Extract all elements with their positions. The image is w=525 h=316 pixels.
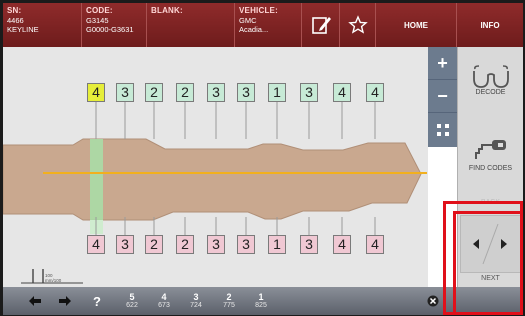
sn-label: SN:: [7, 6, 22, 15]
top-cut-2[interactable]: 3: [116, 83, 134, 102]
depth-value: 673: [158, 302, 170, 309]
bottom-cut-10[interactable]: 4: [366, 235, 384, 254]
next-cut-button[interactable]: [55, 287, 75, 315]
depth-number: 1: [258, 292, 264, 302]
depth-button-5[interactable]: 5 622: [119, 287, 145, 315]
find-codes-button[interactable]: FIND CODES: [458, 137, 523, 172]
top-cut-7[interactable]: 1: [268, 83, 286, 102]
vehicle-make: GMC: [239, 16, 257, 25]
bottom-cut-9[interactable]: 4: [333, 235, 351, 254]
zoom-in-button[interactable]: +: [428, 47, 457, 80]
key-shoulder: [90, 139, 103, 220]
top-cut-6[interactable]: 3: [237, 83, 255, 102]
info-button[interactable]: INFO: [457, 3, 523, 47]
expand-icon: [436, 123, 449, 136]
star-icon: [347, 15, 368, 34]
code-label: CODE:: [86, 6, 113, 15]
arrow-left-icon: [29, 296, 41, 306]
scale-label: 100 mm/100: [45, 273, 61, 283]
bottom-cut-6[interactable]: 3: [237, 235, 255, 254]
key-profile: [3, 138, 422, 221]
vehicle-model: Acadia...: [239, 25, 269, 34]
bottom-cut-5[interactable]: 3: [207, 235, 225, 254]
key-view: 4322331344 4322331344 100 mm/100: [3, 47, 428, 287]
top-cut-10[interactable]: 4: [366, 83, 384, 102]
highlight-box-inner: [453, 211, 523, 315]
unknown-depth-button[interactable]: ?: [89, 287, 105, 315]
code-panel: CODE: G3145 G0000-G3631: [82, 3, 147, 47]
sn-panel: SN: 4466 KEYLINE: [3, 3, 82, 47]
code-series: G0000-G3631: [86, 25, 134, 34]
depth-value: 622: [126, 302, 138, 309]
depth-button-1[interactable]: 1 825: [248, 287, 274, 315]
depth-number: 4: [161, 292, 167, 302]
key-icon: [474, 140, 506, 159]
decode-button[interactable]: DECODE: [458, 65, 523, 96]
fit-view-button[interactable]: [428, 113, 457, 146]
favorite-button[interactable]: [340, 3, 376, 47]
edit-button[interactable]: [302, 3, 340, 47]
top-cut-3[interactable]: 2: [145, 83, 163, 102]
vehicle-panel: VEHICLE: GMC Acadia...: [235, 3, 302, 47]
bottom-cut-7[interactable]: 1: [268, 235, 286, 254]
depth-number: 2: [226, 292, 232, 302]
depth-button-3[interactable]: 3 724: [183, 287, 209, 315]
depth-number: 5: [129, 292, 135, 302]
decode-label: DECODE: [475, 89, 506, 96]
edit-icon: [311, 17, 331, 34]
top-cut-5[interactable]: 3: [207, 83, 225, 102]
top-bar: SN: 4466 KEYLINE CODE: G3145 G0000-G3631…: [3, 3, 523, 47]
bottom-cut-4[interactable]: 2: [176, 235, 194, 254]
bottom-cut-1[interactable]: 4: [87, 235, 105, 254]
zoom-out-button[interactable]: −: [428, 80, 457, 113]
blank-panel: BLANK:: [147, 3, 235, 47]
bottom-cut-3[interactable]: 2: [145, 235, 163, 254]
find-codes-label: FIND CODES: [468, 165, 513, 172]
vehicle-label: VEHICLE:: [239, 6, 278, 15]
zoom-panel: + −: [428, 47, 457, 147]
top-cut-9[interactable]: 4: [333, 83, 351, 102]
home-button[interactable]: HOME: [376, 3, 457, 47]
arrow-right-icon: [59, 296, 71, 306]
sn-value: 4466: [7, 16, 24, 25]
sn-name: KEYLINE: [7, 25, 39, 34]
depth-value: 775: [223, 302, 235, 309]
depth-button-4[interactable]: 4 673: [151, 287, 177, 315]
top-cut-4[interactable]: 2: [176, 83, 194, 102]
prev-cut-button[interactable]: [25, 287, 45, 315]
close-icon: [427, 295, 439, 307]
clear-button[interactable]: [424, 287, 442, 315]
blank-label: BLANK:: [151, 6, 183, 15]
code-value: G3145: [86, 16, 109, 25]
bottom-cut-2[interactable]: 3: [116, 235, 134, 254]
glasses-icon: [472, 65, 509, 88]
key-machine-screen: SN: 4466 KEYLINE CODE: G3145 G0000-G3631…: [3, 3, 523, 315]
depth-number: 3: [193, 292, 199, 302]
scale-unit: mm/100: [45, 278, 62, 283]
top-cut-1[interactable]: 4: [87, 83, 105, 102]
top-cut-8[interactable]: 3: [300, 83, 318, 102]
depth-button-2[interactable]: 2 775: [216, 287, 242, 315]
bottom-cut-8[interactable]: 3: [300, 235, 318, 254]
depth-value: 825: [255, 302, 267, 309]
depth-value: 724: [190, 302, 202, 309]
